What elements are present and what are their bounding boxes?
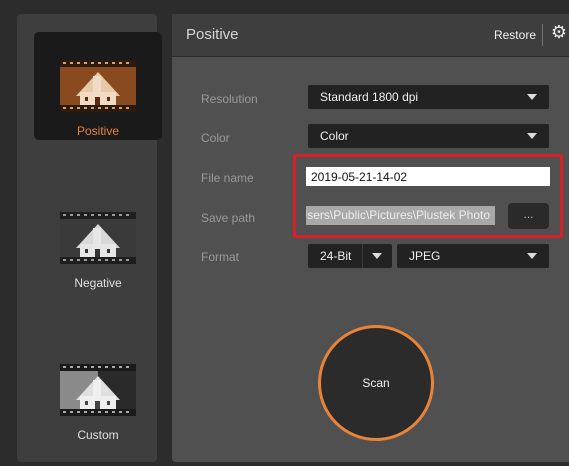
resolution-label: Resolution bbox=[201, 92, 258, 106]
format-label: Format bbox=[201, 250, 240, 264]
chevron-down-icon bbox=[527, 133, 537, 139]
mode-negative-label: Negative bbox=[74, 276, 122, 290]
scan-button[interactable]: Scan bbox=[318, 325, 434, 441]
chevron-down-icon bbox=[372, 253, 382, 259]
file-name-label: File name bbox=[201, 171, 254, 185]
browse-button[interactable]: ... bbox=[508, 203, 549, 229]
save-path-label: Save path bbox=[201, 211, 256, 225]
color-value: Color bbox=[320, 129, 349, 143]
resolution-dropdown[interactable]: Standard 1800 dpi bbox=[308, 85, 549, 109]
gear-icon[interactable]: ⚙ bbox=[551, 22, 567, 43]
mode-negative[interactable]: Negative bbox=[34, 184, 162, 292]
mode-custom[interactable]: Custom bbox=[34, 336, 162, 444]
chevron-down-icon bbox=[527, 94, 537, 100]
color-label: Color bbox=[201, 131, 230, 145]
mode-sidebar: Positive Negative Custom bbox=[17, 14, 162, 462]
panel-header: Positive Restore ⚙ bbox=[172, 14, 569, 57]
negative-photo-icon bbox=[60, 212, 136, 264]
header-divider bbox=[542, 24, 543, 46]
panel-title: Positive bbox=[186, 26, 239, 43]
color-dropdown[interactable]: Color bbox=[308, 124, 549, 148]
mode-custom-label: Custom bbox=[77, 428, 119, 442]
save-path-input[interactable]: C:\Users\Public\Pictures\Plustek Photo bbox=[306, 206, 495, 225]
file-type-value: JPEG bbox=[409, 249, 441, 263]
mode-positive[interactable]: Positive bbox=[34, 32, 162, 140]
bit-depth-dropdown[interactable]: 24-Bit bbox=[308, 244, 392, 268]
scan-label: Scan bbox=[362, 376, 390, 390]
settings-panel: Positive Restore ⚙ Resolution Standard 1… bbox=[172, 14, 569, 462]
custom-photo-icon bbox=[60, 364, 136, 416]
positive-photo-icon bbox=[60, 60, 136, 112]
file-type-dropdown[interactable]: JPEG bbox=[397, 244, 549, 268]
restore-button[interactable]: Restore bbox=[494, 28, 536, 42]
bit-depth-value: 24-Bit bbox=[320, 249, 352, 263]
file-name-input[interactable] bbox=[306, 167, 550, 186]
dropdown-divider bbox=[362, 244, 363, 268]
mode-positive-label: Positive bbox=[76, 124, 120, 138]
chevron-down-icon bbox=[527, 253, 537, 259]
resolution-value: Standard 1800 dpi bbox=[320, 90, 419, 104]
